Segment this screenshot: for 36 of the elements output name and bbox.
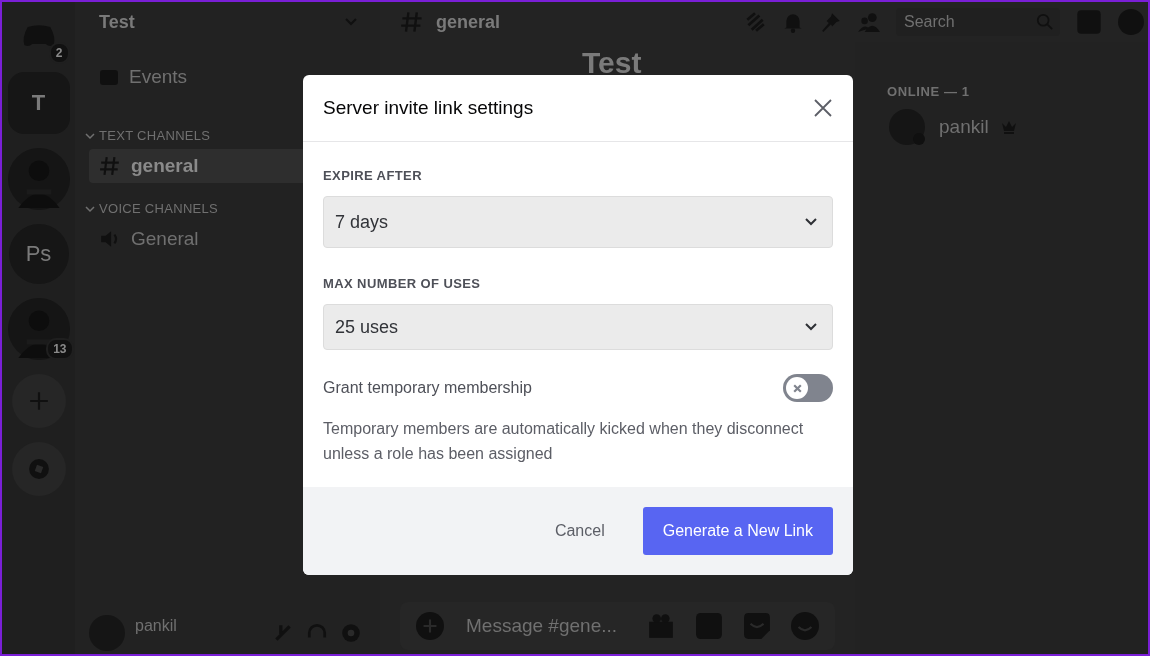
section-heading: ONLINE — 1 bbox=[887, 84, 970, 99]
cancel-button[interactable]: Cancel bbox=[534, 507, 625, 555]
toggle-switch[interactable] bbox=[783, 374, 833, 402]
chevron-icon[interactable] bbox=[85, 131, 95, 140]
server-button[interactable]: T bbox=[7, 72, 70, 134]
user-name: pankil bbox=[135, 617, 177, 635]
emoji-icon[interactable] bbox=[791, 612, 819, 640]
channel-title: general bbox=[436, 11, 501, 33]
chevron-icon[interactable] bbox=[85, 204, 95, 213]
unread-badge: 2 bbox=[48, 42, 70, 64]
dialog-title: Server invite link settings bbox=[323, 97, 534, 119]
message-input[interactable]: Message #gene... bbox=[464, 614, 627, 638]
help-text: Temporary members are automatically kicked when they disconnect unless a role has been assigned bbox=[323, 419, 805, 464]
plus-icon[interactable] bbox=[416, 612, 444, 640]
unread-badge: 13 bbox=[46, 338, 74, 360]
category-header[interactable]: TEXT CHANNELS bbox=[99, 128, 211, 143]
dropdown[interactable]: 7 days bbox=[323, 196, 833, 248]
server-button[interactable]: Ps bbox=[8, 224, 69, 284]
field-label: MAX NUMBER OF USES bbox=[323, 276, 482, 291]
compass-icon bbox=[27, 458, 50, 480]
cross-icon bbox=[791, 382, 803, 394]
generate-button[interactable]: Generate a New Link bbox=[642, 507, 833, 555]
settings-icon[interactable] bbox=[340, 622, 362, 644]
close-icon[interactable] bbox=[813, 98, 833, 118]
dropdown[interactable]: 25 uses bbox=[323, 304, 833, 350]
chat-heading: Test bbox=[582, 46, 642, 80]
chevron-icon bbox=[804, 322, 818, 332]
hash-icon bbox=[99, 155, 121, 177]
search-input[interactable]: Search bbox=[902, 12, 1036, 32]
member-item[interactable]: pankil bbox=[887, 107, 1017, 147]
chevron-icon bbox=[804, 217, 818, 227]
sticker-icon[interactable] bbox=[743, 612, 771, 640]
events-item[interactable]: Events bbox=[99, 66, 188, 88]
server-name[interactable]: Test bbox=[99, 11, 135, 33]
category-header[interactable]: VOICE CHANNELS bbox=[99, 201, 219, 216]
toggle-label: Grant temporary membership bbox=[323, 379, 532, 397]
